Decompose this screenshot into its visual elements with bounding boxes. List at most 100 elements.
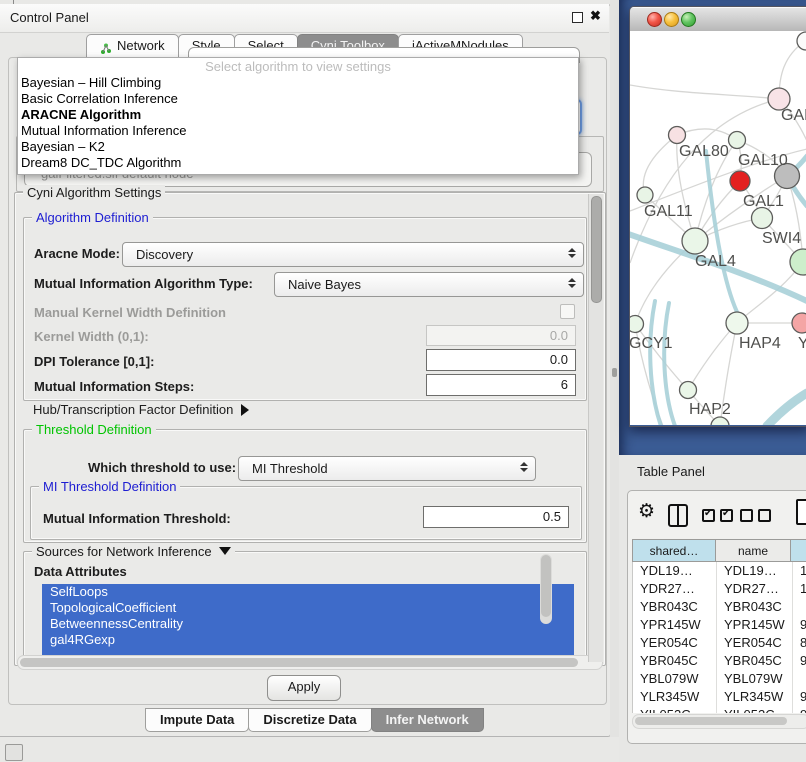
table-row[interactable]: YDR27…YDR27…12: [633, 580, 806, 598]
table-cell: YDL19…: [633, 562, 717, 580]
network-node[interactable]: [792, 313, 806, 333]
network-node[interactable]: [797, 32, 806, 50]
splitter-handle[interactable]: [612, 368, 617, 377]
manual-kernel-checkbox[interactable]: [560, 304, 575, 319]
aracne-mode-combo[interactable]: Discovery: [122, 242, 584, 267]
data-attribute-item[interactable]: BetweennessCentrality: [42, 616, 574, 632]
data-attributes-label: Data Attributes: [34, 564, 127, 579]
data-attribute-item[interactable]: TopologicalCoefficient: [42, 600, 574, 616]
network-node[interactable]: [680, 382, 697, 399]
mi-steps-field[interactable]: 6: [426, 374, 576, 396]
mi-steps-label: Mutual Information Steps:: [34, 379, 194, 394]
table-row[interactable]: YBR043CYBR043C: [633, 598, 806, 616]
control-panel-titlebar: [0, 4, 609, 33]
tab-impute-data[interactable]: Impute Data: [145, 708, 249, 732]
network-node-label: GAL10: [738, 152, 788, 169]
table-horizontal-scrollbar[interactable]: [632, 714, 806, 729]
data-attribute-item[interactable]: gal4RGexp: [42, 632, 574, 648]
table-cell: YBR043C: [633, 598, 717, 616]
network-node[interactable]: [790, 249, 806, 275]
network-window-titlebar[interactable]: [630, 7, 806, 32]
table-row[interactable]: YER054CYER054C8.: [633, 634, 806, 652]
settings-group-title: Cyni Algorithm Settings: [23, 185, 165, 200]
column-header-shared[interactable]: shared…: [632, 539, 716, 562]
close-icon[interactable]: ✖: [590, 8, 601, 24]
which-threshold-value: MI Threshold: [252, 461, 328, 476]
float-window-icon[interactable]: [572, 12, 583, 23]
table-cell: 13: [793, 562, 806, 580]
zoom-traffic-light[interactable]: [681, 12, 696, 27]
table-row[interactable]: YIL052CYIL052C9: [633, 706, 806, 713]
network-edge: [630, 85, 779, 99]
network-node[interactable]: [669, 127, 686, 144]
data-attributes-list[interactable]: SelfLoopsTopologicalCoefficientBetweenne…: [42, 584, 574, 658]
mi-threshold-field[interactable]: 0.5: [423, 506, 569, 528]
network-node-label: HAP2: [689, 401, 731, 418]
table-cell: YDR27…: [633, 580, 717, 598]
table-panel-title: Table Panel: [637, 464, 705, 479]
which-threshold-combo[interactable]: MI Threshold: [238, 456, 536, 481]
stepper-arrows-icon: [568, 248, 576, 258]
mi-threshold-label: Mutual Information Threshold:: [43, 511, 231, 526]
algorithm-option[interactable]: Dream8 DC_TDC Algorithm: [18, 155, 578, 171]
minimize-traffic-light[interactable]: [664, 12, 679, 27]
algorithm-option[interactable]: ARACNE Algorithm: [18, 107, 578, 123]
network-node[interactable]: [730, 171, 750, 191]
table-row[interactable]: YPR145WYPR145W9.: [633, 616, 806, 634]
aracne-mode-value: Discovery: [136, 247, 193, 262]
network-node[interactable]: [637, 187, 653, 203]
attributes-scrollbar[interactable]: [540, 554, 552, 624]
settings-horizontal-scrollbar[interactable]: [17, 655, 603, 670]
network-edge-thick: [650, 301, 661, 425]
network-node[interactable]: [752, 208, 773, 229]
table-cell: YDR27…: [717, 580, 793, 598]
data-attribute-item[interactable]: SelfLoops: [42, 584, 574, 600]
hide-columns-icon[interactable]: [740, 509, 771, 522]
mi-threshold-group-title: MI Threshold Definition: [39, 479, 180, 494]
network-node-label: GCY1: [630, 335, 673, 352]
table-row[interactable]: YBR045CYBR045C9.: [633, 652, 806, 670]
tab-infer-network[interactable]: Infer Network: [371, 708, 484, 732]
sources-group-title[interactable]: Sources for Network Inference: [32, 544, 235, 559]
table-cell: YIL052C: [717, 706, 793, 713]
table-cell: YLR345W: [717, 688, 793, 706]
algorithm-option[interactable]: Mutual Information Inference: [18, 123, 578, 139]
algorithm-option[interactable]: Basic Correlation Inference: [18, 91, 578, 107]
tab-discretize-data[interactable]: Discretize Data: [248, 708, 371, 732]
tab-network[interactable]: Network: [86, 34, 179, 58]
close-traffic-light[interactable]: [647, 12, 662, 27]
network-canvas[interactable]: GAL80GAL10GAL11GAL1SWI4GAL4GCY1HAP4YHAP2…: [630, 31, 806, 425]
network-node[interactable]: [726, 312, 748, 334]
column-header-name[interactable]: name: [715, 539, 791, 562]
sources-group: Sources for Network Inference Data Attri…: [23, 551, 587, 659]
network-node-label: Y: [798, 335, 806, 352]
apply-button[interactable]: Apply: [267, 675, 341, 701]
collapsed-panel-icon[interactable]: [5, 744, 23, 761]
kernel-width-field[interactable]: 0.0: [426, 325, 576, 346]
column-header-third[interactable]: [790, 539, 806, 562]
show-checked-columns-icon[interactable]: [702, 509, 733, 522]
which-threshold-label: Which threshold to use:: [88, 460, 236, 475]
algorithm-option[interactable]: Bayesian – Hill Climbing: [18, 75, 578, 91]
document-icon[interactable]: [796, 499, 806, 525]
table-cell: YPR145W: [717, 616, 793, 634]
split-columns-icon[interactable]: [668, 504, 688, 527]
network-view-window[interactable]: GAL80GAL10GAL11GAL1SWI4GAL4GCY1HAP4YHAP2…: [629, 6, 806, 427]
mi-type-combo[interactable]: Naive Bayes: [274, 272, 584, 297]
hub-definition-expander[interactable]: Hub/Transcription Factor Definition: [33, 402, 249, 417]
table-row[interactable]: YLR345WYLR345W9.: [633, 688, 806, 706]
kernel-width-label: Kernel Width (0,1):: [34, 329, 149, 344]
table-row[interactable]: YDL19…YDL19…13: [633, 562, 806, 580]
network-node[interactable]: [682, 228, 708, 254]
table-row[interactable]: YBL079WYBL079W: [633, 670, 806, 688]
algorithm-option[interactable]: Bayesian – K2: [18, 139, 578, 155]
cyni-algorithm-settings-group: Cyni Algorithm Settings Algorithm Defini…: [14, 192, 606, 666]
settings-vertical-scrollbar[interactable]: [588, 194, 603, 662]
table-panel-body: ⚙ shared… name YDL19…YDL19…13YDR27…YDR27…: [627, 490, 806, 744]
network-node[interactable]: [729, 132, 746, 149]
panel-title: Control Panel: [10, 10, 89, 25]
gear-icon[interactable]: ⚙: [638, 500, 655, 522]
dpi-tolerance-field[interactable]: 0.0: [426, 349, 576, 371]
network-node[interactable]: [630, 316, 644, 333]
table-cell: YBL079W: [717, 670, 793, 688]
